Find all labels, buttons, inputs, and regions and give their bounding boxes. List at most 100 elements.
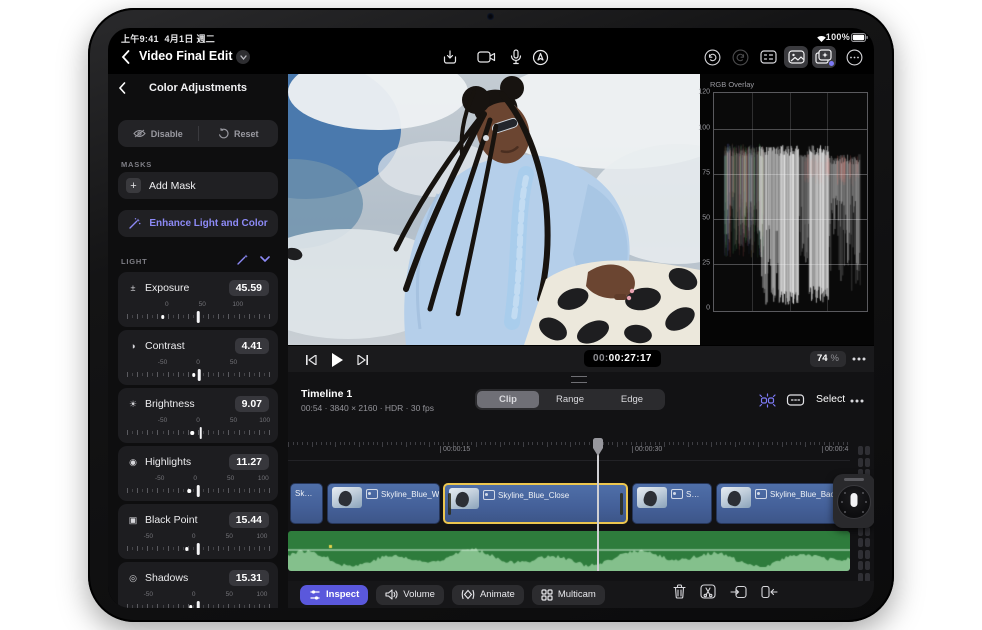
jog-grab-handle[interactable] bbox=[844, 478, 864, 481]
control-icon: ▣ bbox=[127, 515, 139, 526]
volume-icon bbox=[385, 589, 398, 600]
control-slider[interactable]: -50050100 bbox=[127, 591, 269, 608]
reset-button[interactable]: Reset bbox=[199, 128, 279, 139]
viewer-zoom-control[interactable]: 74% bbox=[810, 351, 846, 367]
control-slider[interactable]: -50050100 bbox=[127, 417, 269, 439]
timecode-main: 00:27:17 bbox=[609, 353, 652, 364]
light-autoenhance-icon[interactable] bbox=[236, 253, 249, 266]
inspector-panel-icon[interactable] bbox=[756, 46, 780, 68]
control-icon: ◎ bbox=[127, 573, 139, 584]
record-video-icon[interactable] bbox=[474, 46, 498, 68]
control-value[interactable]: 11.27 bbox=[229, 454, 269, 470]
control-value[interactable]: 9.07 bbox=[235, 396, 269, 412]
project-title-chevron[interactable] bbox=[236, 50, 250, 64]
split-clip-icon[interactable] bbox=[700, 584, 716, 599]
mode-edge[interactable]: Edge bbox=[601, 391, 663, 408]
slider-thumb[interactable] bbox=[197, 485, 200, 497]
media-browser-icon[interactable] bbox=[784, 46, 808, 68]
scope-tick-label: 25 bbox=[702, 260, 713, 267]
project-title[interactable]: Video Final Edit bbox=[139, 49, 233, 63]
timeline-clip[interactable]: Skyline_Blue_Close bbox=[443, 483, 628, 524]
redo-icon[interactable] bbox=[728, 46, 752, 68]
control-name: Contrast bbox=[145, 340, 229, 352]
timeline-ruler[interactable]: 00:00:1500:00:3000:00:4 bbox=[288, 440, 850, 461]
control-icon: ◑ bbox=[127, 341, 139, 351]
skip-forward-icon[interactable] bbox=[357, 355, 368, 365]
jog-dial[interactable] bbox=[837, 485, 871, 519]
disable-button[interactable]: Disable bbox=[118, 129, 198, 139]
timeline-clip[interactable]: Sk… bbox=[290, 483, 323, 524]
slider-thumb[interactable] bbox=[200, 427, 203, 439]
back-button[interactable] bbox=[121, 50, 130, 64]
video-preview[interactable] bbox=[288, 74, 700, 345]
video-track: Sk…Skyline_Blue_WideSkyline_Blue_Close S…… bbox=[288, 483, 850, 524]
animate-icon bbox=[461, 589, 475, 600]
clip-thumbnail bbox=[332, 487, 362, 508]
overwrite-mode-icon[interactable] bbox=[786, 392, 805, 408]
insert-clip-icon[interactable] bbox=[730, 585, 747, 599]
timeline-panel: Timeline 1 00:54 · 3840 × 2160 · HDR · 3… bbox=[288, 372, 874, 608]
light-collapse-chevron[interactable] bbox=[260, 256, 270, 262]
slider-thumb[interactable] bbox=[198, 369, 201, 381]
photo-icon bbox=[366, 489, 378, 499]
multicam-button[interactable]: Multicam bbox=[532, 585, 605, 605]
control-slider[interactable]: -50050100 bbox=[127, 533, 269, 555]
viewer-more-icon[interactable] bbox=[852, 357, 866, 361]
effects-icon[interactable] bbox=[812, 46, 836, 68]
undo-icon[interactable] bbox=[700, 46, 724, 68]
skip-back-icon[interactable] bbox=[306, 355, 317, 365]
animate-button[interactable]: Animate bbox=[452, 585, 524, 605]
jog-wheel[interactable] bbox=[833, 474, 874, 528]
add-mask-button[interactable]: + Add Mask bbox=[118, 172, 278, 199]
play-button[interactable] bbox=[331, 353, 343, 367]
control-name: Black Point bbox=[145, 514, 223, 526]
enhance-button[interactable]: Enhance Light and Color bbox=[118, 210, 278, 237]
panel-resize-handle[interactable] bbox=[571, 376, 587, 383]
control-slider[interactable]: -50050100 bbox=[127, 475, 269, 497]
scope-tick-label: 120 bbox=[698, 89, 713, 96]
append-clip-icon[interactable] bbox=[761, 585, 778, 599]
clip-name: S… bbox=[671, 489, 699, 499]
playhead-handle[interactable] bbox=[591, 438, 605, 456]
edit-mode-segmented: ClipRangeEdge bbox=[475, 389, 665, 410]
volume-button[interactable]: Volume bbox=[376, 585, 444, 605]
control-value[interactable]: 45.59 bbox=[229, 280, 269, 296]
light-control-highlights[interactable]: ◉ Highlights 11.27 -50050100 bbox=[118, 446, 278, 501]
control-slider[interactable]: 050100 bbox=[127, 301, 269, 323]
trim-handle-right[interactable] bbox=[620, 493, 623, 515]
control-slider[interactable]: -50050 bbox=[127, 359, 269, 381]
light-control-brightness[interactable]: ☀ Brightness 9.07 -50050100 bbox=[118, 388, 278, 443]
select-tool-label[interactable]: Select bbox=[816, 393, 845, 405]
more-menu-icon[interactable] bbox=[842, 46, 866, 68]
audio-clip[interactable] bbox=[288, 531, 850, 571]
mode-range[interactable]: Range bbox=[539, 391, 601, 408]
delete-icon[interactable] bbox=[673, 584, 686, 599]
timeline-clip[interactable]: S… bbox=[632, 483, 712, 524]
magnetic-timeline-icon[interactable] bbox=[758, 393, 777, 408]
control-value[interactable]: 4.41 bbox=[235, 338, 269, 354]
inspect-button[interactable]: Inspect bbox=[300, 585, 368, 605]
light-control-exposure[interactable]: ± Exposure 45.59 050100 bbox=[118, 272, 278, 327]
ipad-screen: 上午9:41 4月1日 週二 100% Video Final Edit bbox=[108, 28, 874, 608]
slider-thumb[interactable] bbox=[197, 311, 200, 323]
slider-thumb[interactable] bbox=[197, 601, 200, 608]
light-control-contrast[interactable]: ◑ Contrast 4.41 -50050 bbox=[118, 330, 278, 385]
control-value[interactable]: 15.44 bbox=[229, 512, 269, 528]
microphone-icon[interactable] bbox=[504, 46, 528, 68]
slider-thumb[interactable] bbox=[197, 543, 200, 555]
light-control-shadows[interactable]: ◎ Shadows 15.31 -50050100 bbox=[118, 562, 278, 608]
control-value[interactable]: 15.31 bbox=[229, 570, 269, 586]
pencil-tool-icon[interactable] bbox=[528, 46, 552, 68]
timeline-name[interactable]: Timeline 1 bbox=[301, 388, 352, 400]
scope-tick-label: 0 bbox=[706, 305, 713, 312]
playhead-line[interactable] bbox=[597, 442, 599, 571]
mode-clip[interactable]: Clip bbox=[477, 391, 539, 408]
timeline-more-icon[interactable] bbox=[850, 399, 864, 403]
light-control-black-point[interactable]: ▣ Black Point 15.44 -50050100 bbox=[118, 504, 278, 559]
ruler-timecode-label: 00:00:4 bbox=[822, 446, 848, 453]
import-icon[interactable] bbox=[438, 46, 462, 68]
trim-handle-left[interactable] bbox=[448, 493, 451, 515]
status-time: 上午9:41 bbox=[121, 34, 159, 44]
timeline-clip[interactable]: Skyline_Blue_Backgrou bbox=[716, 483, 848, 524]
timeline-clip[interactable]: Skyline_Blue_Wide bbox=[327, 483, 440, 524]
